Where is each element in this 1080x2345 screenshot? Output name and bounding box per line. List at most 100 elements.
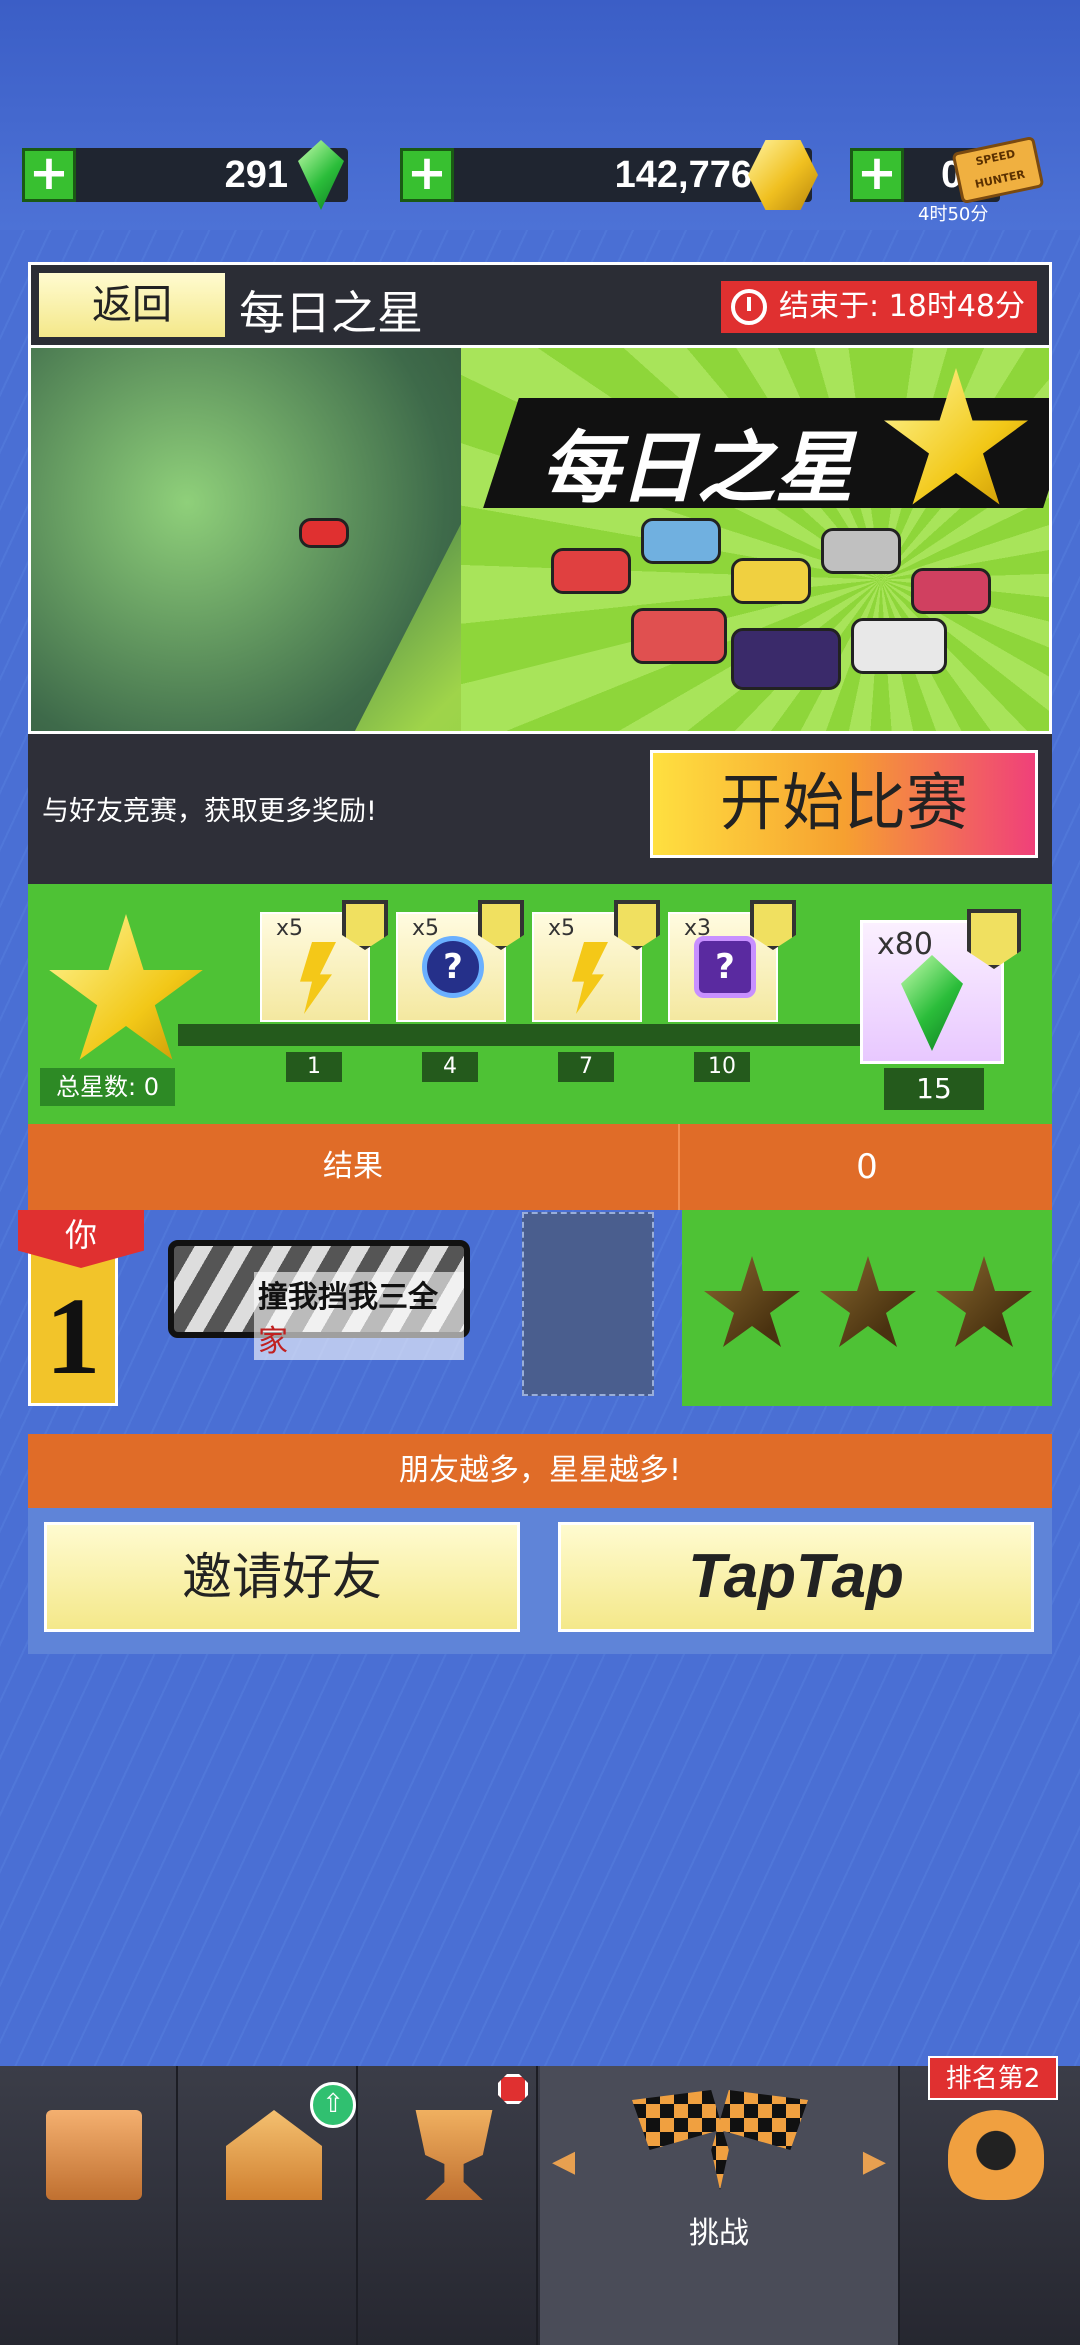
shop-icon [46,2110,142,2200]
card-header: 返回 每日之星 结束于: 18时48分 [28,262,1052,348]
start-race-button[interactable]: 开始比赛 [650,750,1038,858]
car-image [911,568,991,614]
event-banner: 每日之星 [28,348,1052,734]
ends-time: 18时48分 [888,289,1025,324]
star-progress: 总星数: 0 x5 1 x5 ? 4 x5 7 x3 ? 10 x80 15 [28,884,1052,1124]
milestone-label: 10 [694,1052,750,1082]
lock-icon [614,900,660,950]
chevron-left-icon[interactable]: ◀ [552,2144,575,2179]
lock-icon [342,900,388,950]
milestone-label: 4 [422,1052,478,1082]
mystery-box-icon: ? [694,936,756,998]
car-image [551,548,631,594]
currency-bar: + 291 + 142,776 + 0/3 SPEED HUNTER 4时50分 [0,0,1080,230]
race-info-row: 与好友竞赛，获取更多奖励! 开始比赛 [28,734,1052,884]
taptap-button[interactable]: TapTap [558,1522,1034,1632]
player-name-main: 撞我挡我三全 [258,1280,438,1315]
lock-icon [967,909,1021,969]
lock-icon [478,900,524,950]
reward-qty: x5 [548,916,576,941]
garage-icon [226,2110,322,2200]
mystery-box-icon: ? [422,936,484,998]
lightning-icon [572,942,608,1014]
trophy-icon [415,2110,493,2200]
nav-shop[interactable] [0,2066,178,2345]
player-name: 撞我挡我三全家 [254,1272,464,1360]
car-image [641,518,721,564]
ticket-timer: 4时50分 [918,204,989,225]
gem-icon [298,140,344,210]
final-reward-qty: x80 [877,927,933,962]
car-image [821,528,901,574]
upgrade-badge-icon: ⇧ [310,2082,356,2128]
bottom-nav: ⇧ ◀ ▶ 挑战 排名第2 [0,2056,1080,2345]
gem-icon [901,955,963,1051]
ticket-counter: + 0/3 SPEED HUNTER [850,135,1045,205]
nav-challenge[interactable]: ◀ ▶ 挑战 [540,2066,900,2345]
race-tagline: 与好友竞赛，获取更多奖励! [42,796,377,827]
ticket-icon: SPEED HUNTER [951,135,1045,205]
event-end-timer: 结束于: 18时48分 [720,281,1037,333]
chevron-right-icon[interactable]: ▶ [863,2144,886,2179]
car-image [299,518,349,548]
daily-star-card: 返回 每日之星 结束于: 18时48分 每日之星 与好友竞赛，获取更多奖励! 开… [18,262,1052,1654]
player-name-highlight: 家 [258,1324,288,1359]
car-image [731,558,811,604]
total-stars-value: 0 [143,1073,160,1101]
leaderboard-row: 1 你 撞我挡我三全家 [18,1210,1052,1406]
page-title: 每日之星 [239,286,423,340]
nav-garage[interactable]: ⇧ [180,2066,358,2345]
rank-badge: 排名第2 [928,2056,1058,2100]
milestone-label: 7 [558,1052,614,1082]
player-name-plate[interactable]: 撞我挡我三全家 [168,1240,470,1360]
invite-friends-button[interactable]: 邀请好友 [44,1522,520,1632]
add-coins-button[interactable]: + [400,148,454,202]
reward-qty: x5 [412,916,440,941]
helmet-icon [948,2110,1044,2200]
total-star-icon [49,914,203,1060]
ends-label: 结束于: [778,289,880,324]
reward-slot[interactable]: x5 [260,900,388,1022]
player-rank: 1 [45,1275,101,1397]
progress-track [178,1024,878,1046]
lock-icon [750,900,796,950]
nav-ranking[interactable]: 排名第2 [902,2056,1080,2345]
reward-slot[interactable]: x5 [532,900,660,1022]
total-stars: 总星数: 0 [40,1068,176,1106]
gem-counter: + 291 [22,140,348,210]
results-label: 结果 [28,1124,680,1210]
reward-slot[interactable]: x3 ? [668,900,796,1022]
notification-dot-icon [498,2074,528,2104]
empty-friend-slot[interactable] [522,1212,654,1396]
checkered-flags-icon [632,2090,808,2190]
empty-star-icon [936,1256,1032,1347]
car-image [731,628,841,690]
results-score: 0 [856,1147,878,1187]
earned-stars [682,1210,1052,1406]
car-image [851,618,947,674]
nav-events[interactable] [360,2066,538,2345]
coin-count: 142,776 [614,154,752,196]
nav-challenge-label: 挑战 [689,2216,749,2251]
friends-slogan: 朋友越多，星星越多! [28,1434,1052,1508]
milestone-label: 1 [286,1052,342,1082]
gem-count: 291 [224,154,288,196]
total-stars-label: 总星数: [56,1073,137,1101]
empty-star-icon [820,1256,916,1347]
lightning-icon [300,942,336,1014]
reward-slot[interactable]: x5 ? [396,900,524,1022]
invite-row: 邀请好友 TapTap [28,1508,1052,1654]
add-tickets-button[interactable]: + [850,148,904,202]
coin-icon [748,140,818,210]
car-image [631,608,727,664]
final-reward-slot[interactable]: x80 [860,909,1021,1064]
banner-title: 每日之星 [541,424,854,514]
reward-qty: x5 [276,916,304,941]
empty-star-icon [704,1256,800,1347]
add-gems-button[interactable]: + [22,148,76,202]
coin-counter: + 142,776 [400,140,818,210]
results-header: 结果 0 [28,1124,1052,1210]
clock-icon [730,289,767,325]
final-milestone-label: 15 [884,1068,984,1110]
back-button[interactable]: 返回 [39,273,225,337]
